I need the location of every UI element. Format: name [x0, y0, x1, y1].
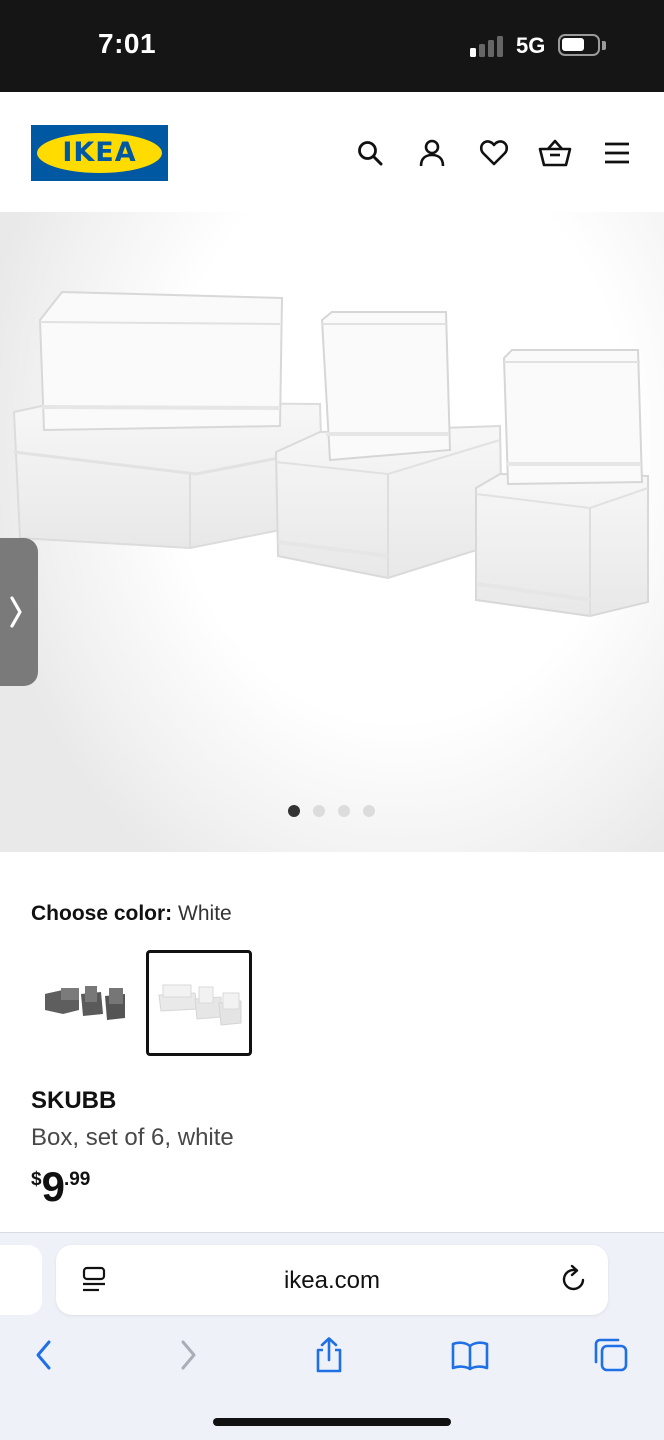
logo-text: IKEA	[62, 137, 137, 168]
gray-boxes-thumbnail	[45, 986, 125, 1020]
battery-icon	[558, 34, 600, 56]
share-icon	[316, 1337, 342, 1373]
share-button[interactable]	[309, 1335, 349, 1375]
status-time: 7:01	[98, 28, 157, 59]
site-header: IKEA	[0, 92, 664, 212]
url-text: ikea.com	[283, 1267, 381, 1294]
back-icon	[36, 1340, 51, 1370]
price-integer: 9	[41, 1163, 65, 1210]
pagination-dot-active[interactable]	[288, 805, 300, 817]
product-price: $9.99	[31, 1163, 90, 1211]
product-image	[12, 290, 649, 618]
basket-icon[interactable]	[538, 136, 572, 170]
cellular-signal-icon	[470, 35, 506, 57]
status-bar: 7:01 5G	[0, 0, 664, 92]
heart-icon[interactable]	[477, 136, 511, 170]
bookmarks-icon	[451, 1341, 489, 1371]
price-currency: $	[31, 1169, 42, 1190]
home-indicator[interactable]	[213, 1418, 451, 1426]
pagination-dot[interactable]	[363, 805, 375, 817]
previous-tab-preview[interactable]	[0, 1245, 42, 1315]
chevron-right-icon	[10, 596, 22, 628]
network-type: 5G	[516, 33, 546, 58]
search-icon[interactable]	[353, 136, 387, 170]
tabs-button[interactable]	[591, 1335, 631, 1375]
browser-toolbar: ikea.com	[0, 1232, 664, 1440]
product-name: SKUBB	[31, 1087, 117, 1114]
tabs-icon	[594, 1338, 628, 1372]
color-chooser-label: Choose color: White	[31, 902, 232, 926]
selected-color-value: White	[178, 902, 232, 925]
menu-icon[interactable]	[600, 136, 634, 170]
bookmarks-button[interactable]	[450, 1335, 490, 1375]
product-image-gallery[interactable]	[0, 212, 664, 852]
pagination-dot[interactable]	[313, 805, 325, 817]
forward-button[interactable]	[168, 1335, 208, 1375]
color-swatch-gray[interactable]	[31, 950, 137, 1056]
address-bar[interactable]: ikea.com	[56, 1245, 608, 1315]
pagination-dot[interactable]	[338, 805, 350, 817]
product-description: Box, set of 6, white	[31, 1124, 234, 1151]
back-button[interactable]	[24, 1335, 64, 1375]
white-boxes-thumbnail	[158, 984, 242, 1026]
ikea-logo[interactable]: IKEA	[31, 125, 168, 181]
battery-tip	[602, 41, 606, 50]
account-icon[interactable]	[415, 136, 449, 170]
price-decimal: .99	[63, 1169, 91, 1190]
forward-icon	[181, 1340, 196, 1370]
reload-icon[interactable]	[558, 1263, 590, 1295]
choose-color-label: Choose color:	[31, 902, 173, 925]
color-swatch-white[interactable]	[146, 950, 252, 1056]
side-panel-tab[interactable]	[0, 538, 38, 686]
